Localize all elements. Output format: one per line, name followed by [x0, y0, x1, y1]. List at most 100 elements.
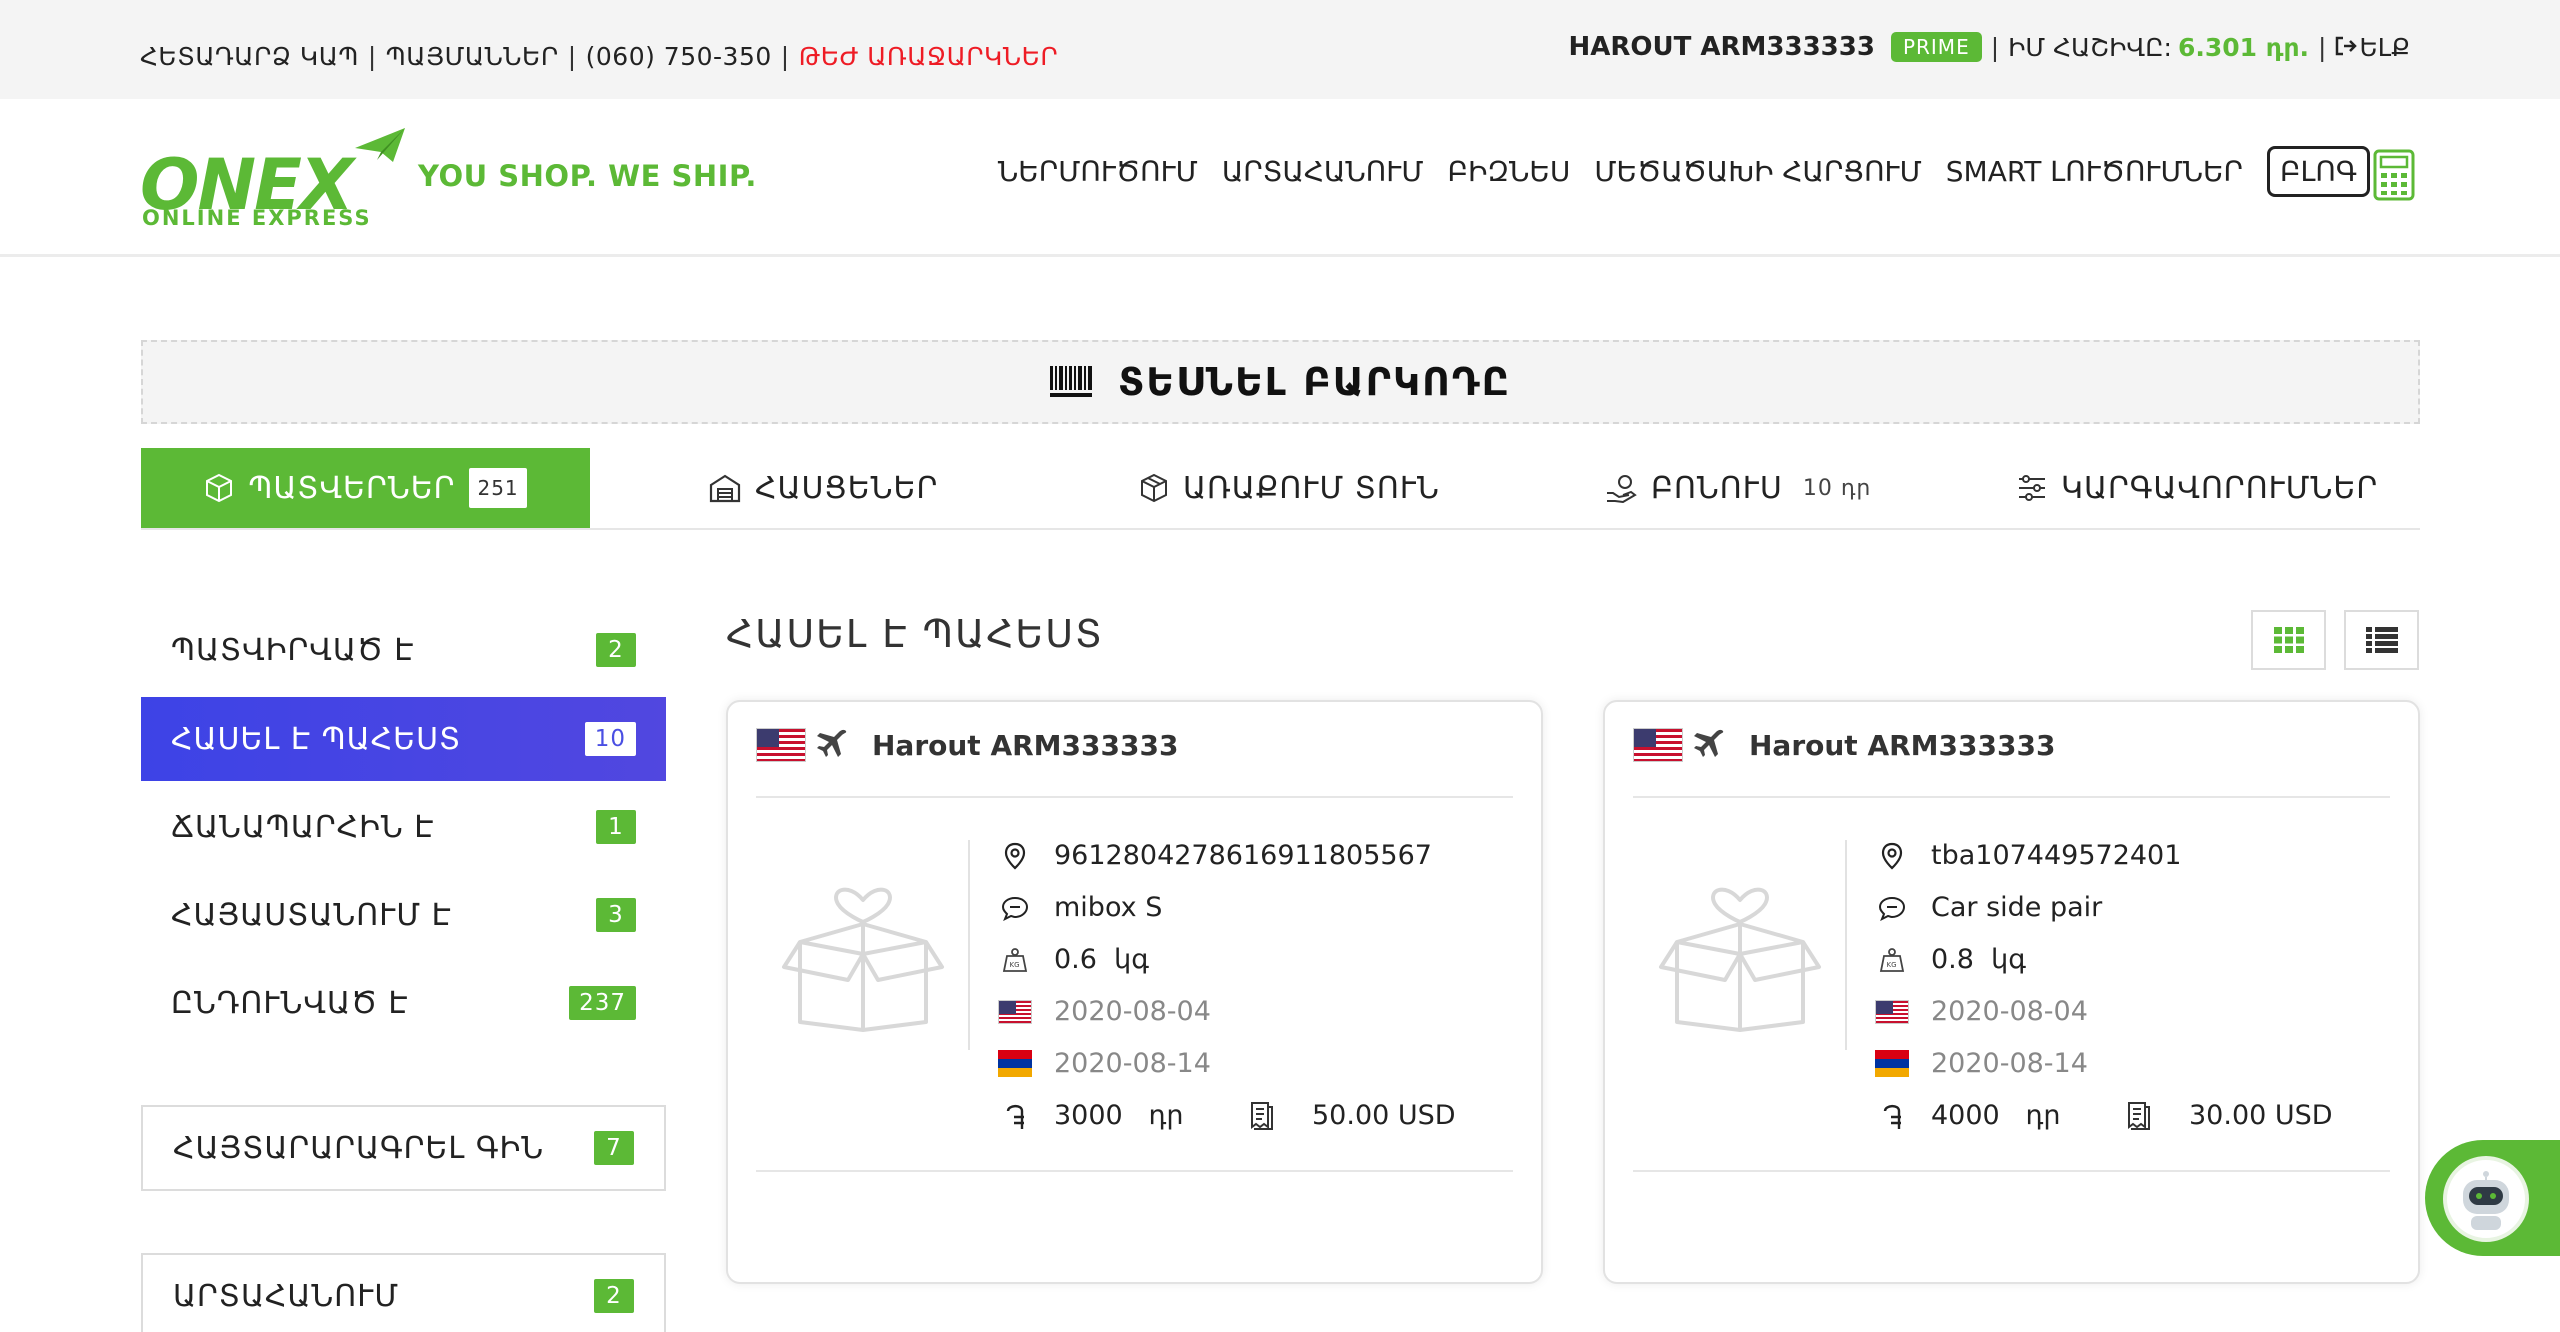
nav-export[interactable]: ԱՐՏԱՀԱՆՈՒՄ: [1222, 155, 1424, 188]
airplane-icon: [817, 729, 847, 757]
calculator-icon[interactable]: [2373, 149, 2415, 201]
nav-wholesale-request[interactable]: ՄԵԾԱԾԱԽԻ ՀԱՐՑՈՒՄ: [1594, 155, 1921, 188]
armenia-flag-icon: [1875, 1050, 1909, 1077]
tracking-number[interactable]: tba107449572401: [1931, 840, 2181, 871]
tracking-row: tba107449572401: [1875, 840, 2181, 871]
paper-plane-icon: [355, 128, 405, 162]
sidebar-item-received[interactable]: ԸՆԴՈՒՆՎԱԾ Է 237: [141, 961, 666, 1045]
card-header: Harout ARM333333: [756, 728, 1178, 762]
barcode-icon: [1049, 366, 1092, 397]
tracking-number[interactable]: 9612804278616911805567: [1054, 840, 1432, 871]
contact-link[interactable]: ՀԵՏԱԴԱՐՁ ԿԱՊ: [140, 42, 359, 71]
description-row: mibox S: [998, 892, 1162, 923]
hot-offers-link[interactable]: ԹԵԺ ԱՌԱՋԱՐԿՆԵՐ: [799, 42, 1059, 71]
tab-addresses[interactable]: ՀԱՍՑԵՆԵՐ: [709, 448, 938, 528]
export-label: ԱՐՏԱՀԱՆՈՒՄ: [173, 1278, 400, 1314]
us-date: 2020-08-04: [1931, 996, 2088, 1027]
view-barcode-label: ՏԵՍՆԵԼ ԲԱՐԿՈԴԸ: [1117, 360, 1512, 404]
location-pin-icon: [1875, 842, 1909, 870]
sidebar-item-count: 1: [596, 810, 636, 844]
divider: [1633, 796, 2390, 798]
am-date-row: 2020-08-14: [1875, 1048, 2088, 1079]
sidebar-item-at-warehouse[interactable]: ՀԱՍԵԼ Է ՊԱՀԵՍՏ 10: [141, 697, 666, 781]
tab-home-delivery-label: ԱՌԱՔՈՒՄ ՏՈՒՆ: [1183, 470, 1440, 506]
robot-icon: [2443, 1156, 2529, 1242]
weight-unit: կգ: [1114, 944, 1149, 975]
blog-button[interactable]: ԲԼՈԳ: [2266, 146, 2370, 197]
card-header: Harout ARM333333: [1633, 728, 2055, 762]
price-unit: դր: [1148, 1100, 1184, 1131]
nav-import[interactable]: ՆԵՐՄՈՒԾՈՒՄ: [998, 155, 1198, 188]
user-name[interactable]: HAROUT ARM333333: [1568, 32, 1874, 62]
top-bar: ՀԵՏԱԴԱՐՁ ԿԱՊ | ՊԱՅՄԱՆՆԵՐ | (060) 750-350 | ԹԵԺ…: [0, 0, 2560, 99]
terms-link[interactable]: ՊԱՅՄԱՆՆԵՐ: [386, 42, 559, 71]
onex-logo[interactable]: ONEX ONLINE EXPRESS: [140, 126, 405, 236]
tab-settings-label: ԿԱՐԳԱՎՈՐՈՒՄՆԵՐ: [2061, 470, 2379, 506]
export-button[interactable]: ԱՐՏԱՀԱՆՈՒՄ 2: [141, 1253, 666, 1332]
package-description: mibox S: [1054, 892, 1163, 923]
grid-view-button[interactable]: [2251, 610, 2326, 670]
sidebar-item-label: ՊԱՏՎԻՐՎԱԾ Է: [171, 632, 415, 668]
shipping-price: 3000: [1054, 1100, 1123, 1131]
sidebar-item-label: ՀԱՅԱՍՏԱՆՈՒՄ Է: [171, 897, 452, 933]
sidebar-item-in-armenia[interactable]: ՀԱՅԱՍՏԱՆՈՒՄ Է 3: [141, 873, 666, 957]
package-card[interactable]: Harout ARM333333 9612804278616911805567 …: [726, 700, 1543, 1284]
shipping-price: 4000: [1931, 1100, 2000, 1131]
tab-settings[interactable]: ԿԱՐԳԱՎՈՐՈՒՄՆԵՐ: [2017, 448, 2378, 528]
tab-bonus-label: ԲՈՆՈՒՍ: [1651, 470, 1783, 506]
package-icon: [206, 473, 233, 503]
declare-price-count: 7: [594, 1131, 634, 1165]
prime-badge: PRIME: [1890, 32, 1982, 62]
sidebar-item-count: 237: [569, 986, 636, 1020]
am-date: 2020-08-14: [1054, 1048, 1211, 1079]
divider: [1845, 840, 1847, 1050]
invoice-row: 30.00 USD: [2125, 1100, 2333, 1131]
package-card[interactable]: Harout ARM333333 tba107449572401 Car sid…: [1603, 700, 2420, 1284]
sidebar-item-ordered[interactable]: ՊԱՏՎԻՐՎԱԾ Է 2: [141, 608, 666, 692]
sliders-icon: [2019, 475, 2045, 501]
invoice-icon: [1248, 1101, 1282, 1131]
comment-icon: [1875, 895, 1909, 921]
sidebar-item-count: 2: [596, 633, 636, 667]
price-row: 3000 դր: [998, 1100, 1183, 1131]
package-weight: 0.8: [1931, 944, 1974, 975]
section-title: ՀԱՍԵԼ Է ՊԱՀԵՍՏ: [726, 612, 1104, 656]
account-label[interactable]: ԻՄ ՀԱՇԻՎԸ:: [2008, 33, 2172, 62]
tab-orders-count: 251: [469, 468, 527, 508]
phone-number[interactable]: (060) 750-350: [586, 42, 772, 71]
sidebar-item-label: ՀԱՍԵԼ Է ՊԱՀԵՍՏ: [171, 721, 462, 757]
divider: [756, 1170, 1513, 1172]
sidebar-item-in-transit[interactable]: ՃԱՆԱՊԱՐՀԻՆ Է 1: [141, 785, 666, 869]
logo-subtitle: ONLINE EXPRESS: [142, 206, 372, 230]
slogan: YOU SHOP. WE SHIP.: [418, 159, 757, 193]
comment-icon: [998, 895, 1032, 921]
chat-bot-button[interactable]: [2425, 1140, 2560, 1256]
us-date-row: 2020-08-04: [1875, 996, 2088, 1027]
armenia-flag-icon: [998, 1050, 1032, 1077]
tab-orders-label: ՊԱՏՎԵՐՆԵՐ: [248, 470, 456, 506]
view-barcode-bar[interactable]: ՏԵՍՆԵԼ ԲԱՐԿՈԴԸ: [141, 340, 2420, 424]
logout-icon[interactable]: [2335, 33, 2358, 62]
us-flag-icon: [998, 999, 1032, 1024]
tab-bonus[interactable]: ԲՈՆՈՒՍ 10 դր: [1605, 448, 1871, 528]
nav-smart-solutions[interactable]: SMART ԼՈՒԾՈՒՄՆԵՐ: [1946, 155, 2243, 188]
nav-business[interactable]: ԲԻԶՆԵՍ: [1448, 155, 1571, 188]
grid-view-icon: [2273, 627, 2304, 653]
package-description: Car side pair: [1931, 892, 2103, 923]
weight-row: KG 0.8 կգ: [1875, 944, 2026, 975]
package-placeholder-image: [1659, 887, 1821, 1032]
us-flag-icon: [756, 728, 806, 762]
sidebar-item-count: 10: [584, 722, 636, 756]
weight-unit: կգ: [1991, 944, 2026, 975]
divider: [968, 840, 970, 1050]
list-view-button[interactable]: [2344, 610, 2419, 670]
us-date: 2020-08-04: [1054, 996, 1211, 1027]
warehouse-icon: [709, 474, 741, 503]
declare-price-button[interactable]: ՀԱՅՏԱՐԱՐԱԳՐԵԼ ԳԻՆ 7: [141, 1105, 666, 1191]
logout-link[interactable]: ԵԼՔ: [2359, 33, 2410, 62]
svg-text:KG: KG: [1010, 961, 1020, 969]
tab-home-delivery[interactable]: ԱՌԱՔՈՒՄ ՏՈՒՆ: [1139, 448, 1440, 528]
price-row: 4000 դր: [1875, 1100, 2060, 1131]
divider: [1633, 1170, 2390, 1172]
tab-orders[interactable]: ՊԱՏՎԵՐՆԵՐ 251: [141, 448, 590, 528]
